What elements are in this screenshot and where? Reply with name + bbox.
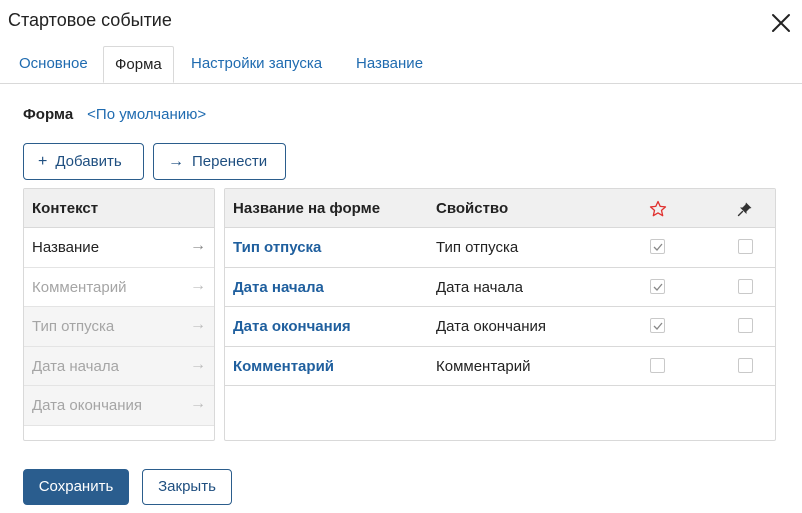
required-checkbox[interactable] <box>650 278 665 294</box>
tab-bar: Основное Форма Настройки запуска Названи… <box>0 46 802 84</box>
plus-icon: + <box>38 153 48 170</box>
context-item-label: Тип отпуска <box>32 318 115 335</box>
context-item-label: Комментарий <box>32 278 127 296</box>
readonly-checkbox[interactable] <box>738 357 753 373</box>
field-name-link[interactable]: Дата начала <box>233 279 324 296</box>
tab-basic[interactable]: Основное <box>8 46 99 82</box>
context-item-label: Название <box>32 239 100 256</box>
field-property: Дата окончания <box>436 318 547 335</box>
add-button-label: Добавить <box>55 153 122 170</box>
context-item: Дата начала → <box>24 346 214 386</box>
field-name-link[interactable]: Тип отпуска <box>233 239 321 256</box>
table-row: Комментарий Комментарий <box>225 347 775 386</box>
arrow-right-icon: → <box>168 153 184 170</box>
move-button-label: Перенести <box>192 153 268 170</box>
readonly-checkbox[interactable] <box>738 239 753 254</box>
table-header: Название на форме Свойство <box>225 189 775 228</box>
field-name-link[interactable]: Комментарий <box>233 358 334 375</box>
context-item[interactable]: Название → <box>24 228 214 268</box>
pin-icon <box>737 201 753 221</box>
tab-name[interactable]: Название <box>345 46 434 82</box>
arrow-right-icon[interactable]: → <box>190 237 206 255</box>
arrow-right-icon: → <box>190 316 206 333</box>
arrow-right-icon: → <box>190 276 206 294</box>
close-icon[interactable] <box>770 12 792 34</box>
field-property: Комментарий <box>436 357 531 375</box>
star-icon <box>649 200 667 222</box>
tab-launch-settings[interactable]: Настройки запуска <box>180 46 333 82</box>
context-panel: Контекст Название → Комментарий → Тип от… <box>23 188 215 441</box>
move-button[interactable]: → Перенести <box>153 143 286 180</box>
arrow-right-icon: → <box>190 395 206 412</box>
context-item-label: Дата начала <box>32 357 119 375</box>
close-button[interactable]: Закрыть <box>142 469 232 505</box>
readonly-checkbox[interactable] <box>738 278 753 294</box>
table-row: Тип отпуска Тип отпуска <box>225 228 775 268</box>
dialog-title: Стартовое событие <box>8 10 172 30</box>
column-header-name: Название на форме <box>233 200 381 217</box>
required-checkbox[interactable] <box>650 318 665 333</box>
required-checkbox[interactable] <box>650 357 665 373</box>
context-item: Дата окончания → <box>24 386 214 426</box>
table-row: Дата начала Дата начала <box>225 268 775 307</box>
form-label: Форма <box>23 106 74 123</box>
column-header-property: Свойство <box>436 200 509 217</box>
table-row: Дата окончания Дата окончания <box>225 307 775 347</box>
tab-form[interactable]: Форма <box>103 46 174 83</box>
context-item-label: Дата окончания <box>32 397 143 414</box>
required-checkbox[interactable] <box>650 239 665 254</box>
context-header: Контекст <box>24 189 214 228</box>
field-name-link[interactable]: Дата окончания <box>233 318 351 335</box>
add-button[interactable]: + Добавить <box>23 143 144 180</box>
context-item: Тип отпуска → <box>24 307 214 347</box>
context-item: Комментарий → <box>24 268 214 307</box>
readonly-checkbox[interactable] <box>738 318 753 333</box>
context-header-label: Контекст <box>32 200 99 217</box>
save-button[interactable]: Сохранить <box>23 469 129 505</box>
arrow-right-icon: → <box>190 355 206 373</box>
field-property: Тип отпуска <box>436 239 519 256</box>
form-default-link[interactable]: <По умолчанию> <box>87 106 206 123</box>
field-property: Дата начала <box>436 278 523 296</box>
form-fields-table: Название на форме Свойство Тип отпуска Т… <box>224 188 776 441</box>
form-selector-row: Форма <По умолчанию> <box>23 106 206 123</box>
